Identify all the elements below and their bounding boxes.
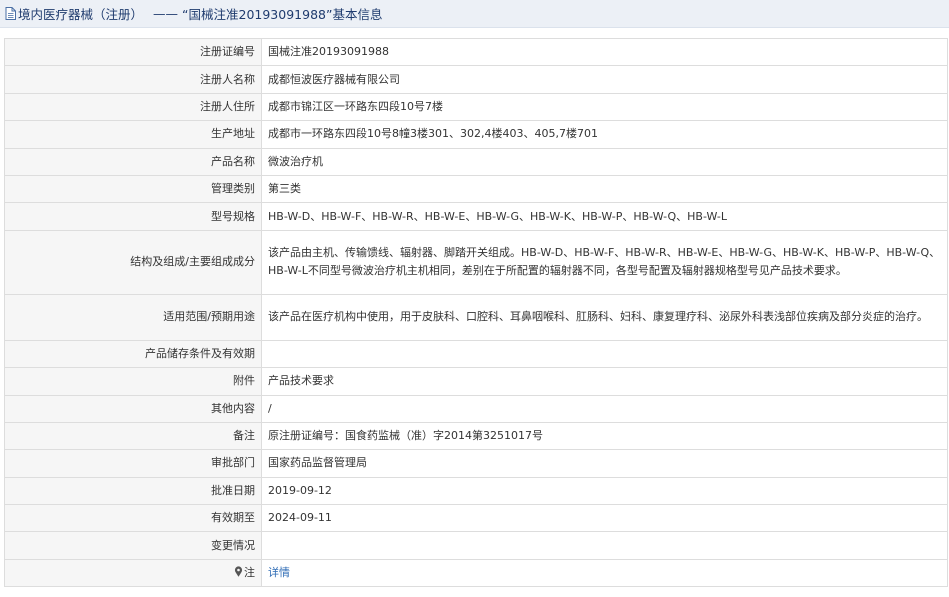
table-row: 管理类别 第三类: [4, 174, 948, 204]
table-row: 注册人住所 成都市锦江区一环路东四段10号7楼: [4, 92, 948, 122]
row-label: 生产地址: [4, 120, 262, 149]
row-label: 审批部门: [4, 449, 262, 478]
table-row: 型号规格 HB-W-D、HB-W-F、HB-W-R、HB-W-E、HB-W-G、H…: [4, 202, 948, 231]
row-label: 注: [4, 558, 262, 588]
table-row: 有效期至 2024-09-11: [4, 504, 948, 533]
table-row: 审批部门 国家药品监督管理局: [4, 449, 948, 478]
table-row: 产品储存条件及有效期: [4, 339, 948, 369]
row-value: 成都恒波医疗器械有限公司: [261, 65, 948, 94]
row-label: 批准日期: [4, 476, 262, 506]
row-label: 其他内容: [4, 394, 262, 423]
row-value: 该产品由主机、传输馈线、辐射器、脚踏开关组成。HB-W-D、HB-W-F、HB-…: [261, 229, 948, 295]
row-value: 2024-09-11: [261, 504, 948, 533]
row-value: 国家药品监督管理局: [261, 449, 948, 478]
row-value: 原注册证编号：国食药监械（准）字2014第3251017号: [261, 421, 948, 451]
row-label: 结构及组成/主要组成成分: [4, 229, 262, 295]
table-row: 适用范围/预期用途 该产品在医疗机构中使用，用于皮肤科、口腔科、耳鼻咽喉科、肛肠科…: [4, 293, 948, 341]
table-row: 备注 原注册证编号：国食药监械（准）字2014第3251017号: [4, 421, 948, 451]
breadcrumb-separator: ——: [153, 6, 179, 21]
table-row: 产品名称 微波治疗机: [4, 147, 948, 176]
row-label: 产品储存条件及有效期: [4, 339, 262, 369]
table-row: 批准日期 2019-09-12: [4, 476, 948, 506]
row-value: 产品技术要求: [261, 367, 948, 396]
row-label: 注册证编号: [4, 37, 262, 67]
row-label: 附件: [4, 367, 262, 396]
row-label: 型号规格: [4, 202, 262, 231]
row-value: [261, 531, 948, 560]
table-row: 附件 产品技术要求: [4, 367, 948, 396]
row-label: 管理类别: [4, 174, 262, 204]
row-label: 注册人住所: [4, 92, 262, 122]
row-value: 成都市一环路东四段10号8幢3楼301、302,4楼403、405,7楼701: [261, 120, 948, 149]
table-row-note: 注 详情: [4, 558, 948, 588]
row-value: 第三类: [261, 174, 948, 204]
table-row: 其他内容 /: [4, 394, 948, 423]
row-label: 适用范围/预期用途: [4, 293, 262, 341]
row-value: 国械注准20193091988: [261, 37, 948, 67]
table-row: 变更情况: [4, 531, 948, 560]
row-value: 该产品在医疗机构中使用，用于皮肤科、口腔科、耳鼻咽喉科、肛肠科、妇科、康复理疗科…: [261, 293, 948, 341]
row-label: 产品名称: [4, 147, 262, 176]
row-value: /: [261, 394, 948, 423]
document-icon: [5, 7, 16, 20]
row-value: 成都市锦江区一环路东四段10号7楼: [261, 92, 948, 122]
row-label: 注册人名称: [4, 65, 262, 94]
table-row: 注册证编号 国械注准20193091988: [4, 37, 948, 67]
breadcrumb[interactable]: 境内医疗器械（注册）: [18, 4, 143, 23]
info-table: 注册证编号 国械注准20193091988 注册人名称 成都恒波医疗器械有限公司 注册人…: [4, 37, 948, 588]
details-link[interactable]: 详情: [268, 566, 290, 579]
row-value: HB-W-D、HB-W-F、HB-W-R、HB-W-E、HB-W-G、HB-W-…: [261, 202, 948, 231]
pin-icon: [234, 565, 243, 577]
table-row: 注册人名称 成都恒波医疗器械有限公司: [4, 65, 948, 94]
row-value: 详情: [261, 558, 948, 588]
row-label: 有效期至: [4, 504, 262, 533]
table-row: 生产地址 成都市一环路东四段10号8幢3楼301、302,4楼403、405,7楼…: [4, 120, 948, 149]
page-title: “国械注准20193091988”基本信息: [182, 7, 383, 22]
table-row: 结构及组成/主要组成成分 该产品由主机、传输馈线、辐射器、脚踏开关组成。HB-W-…: [4, 229, 948, 295]
row-label: 备注: [4, 421, 262, 451]
row-value: 2019-09-12: [261, 476, 948, 506]
row-value: 微波治疗机: [261, 147, 948, 176]
page-header: 境内医疗器械（注册） —— “国械注准20193091988”基本信息: [0, 0, 949, 28]
row-value: [261, 339, 948, 369]
row-label: 变更情况: [4, 531, 262, 560]
